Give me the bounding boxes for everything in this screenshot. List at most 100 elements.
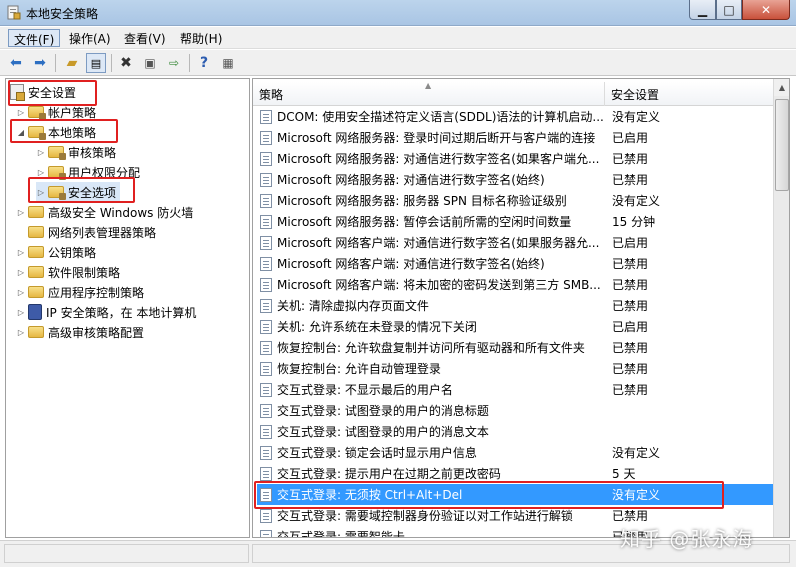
- policy-row[interactable]: 交互式登录: 试图登录的用户的消息文本: [257, 421, 773, 442]
- policy-name: Microsoft 网络客户端: 对通信进行数字签名(始终): [277, 257, 545, 271]
- maximize-button[interactable]: □: [716, 0, 742, 20]
- tree-node-advanced-audit[interactable]: ▷ 高级审核策略配置: [16, 322, 144, 342]
- policy-row[interactable]: Microsoft 网络客户端: 对通信进行数字签名(如果服务器允... 已启用: [257, 232, 773, 253]
- back-button[interactable]: ⬅: [6, 53, 26, 73]
- local-security-policy-icon: [7, 5, 21, 20]
- close-button[interactable]: ✕: [742, 0, 790, 20]
- policy-name: 交互式登录: 需要智能卡: [277, 530, 405, 538]
- scroll-up-icon[interactable]: ▲: [774, 79, 789, 96]
- policy-row[interactable]: Microsoft 网络服务器: 登录时间过期后断开与客户端的连接 已启用: [257, 127, 773, 148]
- tree-node-network-list-manager[interactable]: 网络列表管理器策略: [16, 222, 156, 242]
- policy-row[interactable]: Microsoft 网络客户端: 将未加密的密码发送到第三方 SMB... 已禁用: [257, 274, 773, 295]
- policy-row[interactable]: Microsoft 网络服务器: 暂停会话前所需的空闲时间数量 15 分钟: [257, 211, 773, 232]
- menu-file[interactable]: 文件(F): [8, 29, 61, 47]
- expand-triangle-icon[interactable]: ▷: [16, 328, 26, 337]
- properties-icon: ▣: [144, 56, 156, 70]
- menu-action[interactable]: 操作(A): [64, 29, 116, 47]
- expand-triangle-icon[interactable]: ▷: [16, 108, 26, 117]
- policy-icon: [260, 403, 272, 418]
- policy-row[interactable]: Microsoft 网络客户端: 对通信进行数字签名(始终) 已禁用: [257, 253, 773, 274]
- policy-value: 已禁用: [612, 341, 649, 355]
- policy-name: Microsoft 网络服务器: 暂停会话前所需的空闲时间数量: [277, 215, 572, 229]
- expand-triangle-icon[interactable]: ▷: [16, 248, 26, 257]
- tree-node-label: 高级审核策略配置: [48, 325, 145, 340]
- ip-security-icon: [28, 304, 42, 320]
- policy-row[interactable]: Microsoft 网络服务器: 服务器 SPN 目标名称验证级别 没有定义: [257, 190, 773, 211]
- policy-icon: [260, 466, 272, 481]
- policy-value: 没有定义: [612, 446, 661, 460]
- status-cell: [4, 544, 249, 563]
- policy-row[interactable]: 关机: 允许系统在未登录的情况下关闭 已启用: [257, 316, 773, 337]
- policy-value: 没有定义: [612, 110, 661, 124]
- policy-value: 已禁用: [612, 257, 649, 271]
- properties-button[interactable]: ▣: [140, 53, 160, 73]
- minimize-button[interactable]: ▁: [689, 0, 716, 20]
- policy-value: 已禁用: [612, 152, 649, 166]
- policy-row[interactable]: 恢复控制台: 允许软盘复制并访问所有驱动器和所有文件夹 已禁用: [257, 337, 773, 358]
- policy-icon: [260, 529, 272, 537]
- policy-row[interactable]: 交互式登录: 锁定会话时显示用户信息 没有定义: [257, 442, 773, 463]
- folder-lock-icon: [28, 106, 46, 120]
- export-list-button[interactable]: ⇨: [164, 53, 184, 73]
- column-header-security-setting[interactable]: 安全设置: [605, 82, 773, 106]
- forward-button[interactable]: ➡: [30, 53, 50, 73]
- policy-icon: [260, 130, 272, 145]
- expand-triangle-icon[interactable]: ▷: [16, 308, 26, 317]
- delete-button[interactable]: ✖: [116, 53, 136, 73]
- expand-triangle-icon[interactable]: ▷: [36, 168, 46, 177]
- tree-node-label: 应用程序控制策略: [48, 285, 145, 300]
- policy-icon: [260, 256, 272, 271]
- show-action-pane-button[interactable]: ▦: [218, 53, 238, 73]
- menu-bar: 文件(F) 操作(A) 查看(V) 帮助(H): [0, 27, 796, 49]
- expand-triangle-icon[interactable]: ▷: [16, 208, 26, 217]
- policy-value: 已启用: [612, 131, 649, 145]
- tree-node-label: 帐户策略: [48, 105, 97, 120]
- policy-row[interactable]: 交互式登录: 不显示最后的用户名 已禁用: [257, 379, 773, 400]
- policy-value: 没有定义: [612, 194, 661, 208]
- vertical-scrollbar[interactable]: ▲: [773, 79, 789, 537]
- policy-row[interactable]: 恢复控制台: 允许自动管理登录 已禁用: [257, 358, 773, 379]
- tree-node-ip-security[interactable]: ▷ IP 安全策略，在 本地计算机: [16, 302, 196, 322]
- tree-node-audit-policy[interactable]: ▷ 审核策略: [36, 142, 116, 162]
- policy-name: 关机: 清除虚拟内存页面文件: [277, 299, 429, 313]
- policy-row[interactable]: 关机: 清除虚拟内存页面文件 已禁用: [257, 295, 773, 316]
- policy-value: 已禁用: [612, 509, 649, 523]
- tree-node-application-control[interactable]: ▷ 应用程序控制策略: [16, 282, 144, 302]
- expand-triangle-icon[interactable]: ▷: [16, 268, 26, 277]
- policy-value: 15 分钟: [612, 215, 656, 229]
- action-pane-icon: ▦: [222, 56, 234, 70]
- policy-icon: [260, 109, 272, 124]
- policy-value: 已禁用: [612, 299, 649, 313]
- console-tree-icon: ▤: [90, 56, 102, 70]
- menu-help[interactable]: 帮助(H): [175, 29, 227, 47]
- policy-row[interactable]: DCOM: 使用安全描述符定义语言(SDDL)语法的计算机启动... 没有定义: [257, 106, 773, 127]
- help-button[interactable]: ?: [194, 53, 214, 73]
- policy-name: Microsoft 网络服务器: 服务器 SPN 目标名称验证级别: [277, 194, 567, 208]
- expand-triangle-icon[interactable]: ▷: [16, 288, 26, 297]
- tree-node-windows-firewall[interactable]: ▷ 高级安全 Windows 防火墙: [16, 202, 193, 222]
- highlight-box: [28, 177, 135, 203]
- expand-triangle-icon[interactable]: ▷: [36, 148, 46, 157]
- scrollbar-thumb[interactable]: [775, 99, 789, 191]
- show-tree-button[interactable]: ▤: [86, 53, 106, 73]
- policy-icon: [260, 298, 272, 313]
- policy-name: Microsoft 网络客户端: 将未加密的密码发送到第三方 SMB...: [277, 278, 601, 292]
- policy-icon: [260, 424, 272, 439]
- folder-lock-icon: [48, 146, 66, 160]
- arrow-left-icon: ⬅: [10, 55, 22, 71]
- policy-icon: [260, 445, 272, 460]
- watermark: 知乎 @张永海: [620, 527, 754, 551]
- tree-node-label: 高级安全 Windows 防火墙: [48, 205, 194, 220]
- policy-row[interactable]: 交互式登录: 试图登录的用户的消息标题: [257, 400, 773, 421]
- tree-node-label: 审核策略: [68, 145, 117, 160]
- policy-name: Microsoft 网络客户端: 对通信进行数字签名(如果服务器允...: [277, 236, 600, 250]
- folder-icon: [28, 226, 44, 238]
- tree-node-public-key-policies[interactable]: ▷ 公钥策略: [16, 242, 96, 262]
- menu-view[interactable]: 查看(V): [119, 29, 171, 47]
- up-folder-button[interactable]: ▰: [62, 53, 82, 73]
- arrow-right-icon: ➡: [34, 55, 46, 71]
- toolbar-separator: [111, 54, 112, 72]
- policy-row[interactable]: Microsoft 网络服务器: 对通信进行数字签名(如果客户端允... 已禁用: [257, 148, 773, 169]
- policy-row[interactable]: Microsoft 网络服务器: 对通信进行数字签名(始终) 已禁用: [257, 169, 773, 190]
- tree-node-software-restriction[interactable]: ▷ 软件限制策略: [16, 262, 120, 282]
